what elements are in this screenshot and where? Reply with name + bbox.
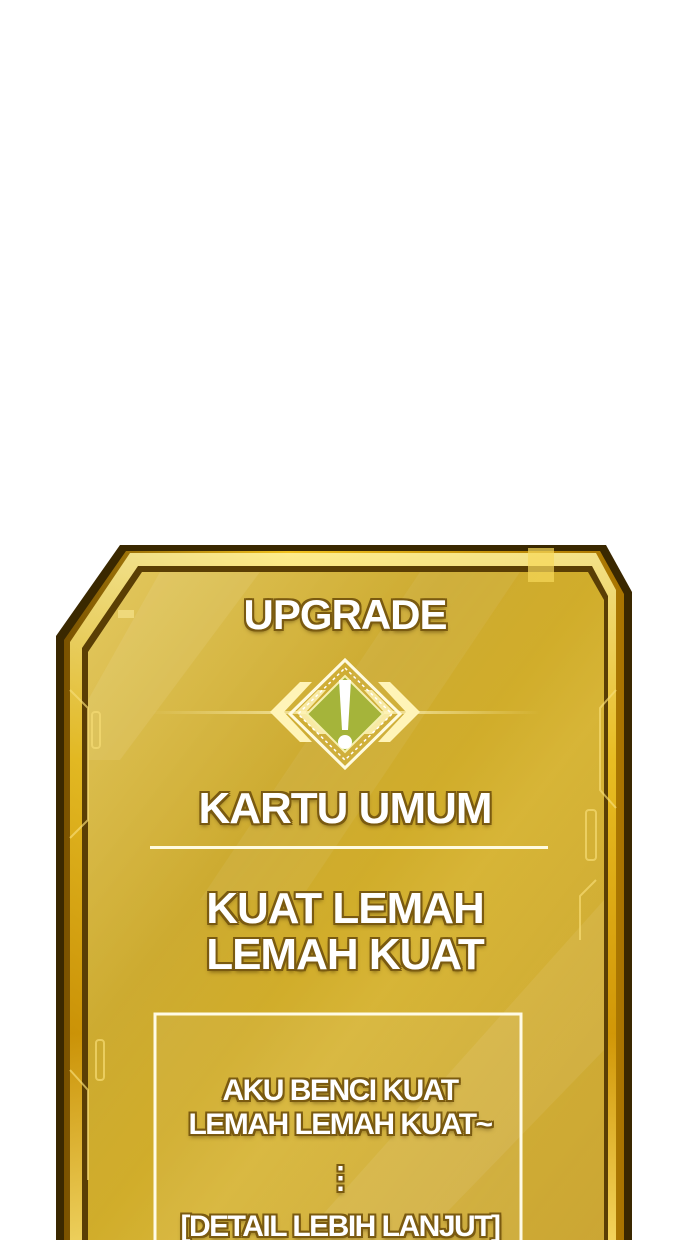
comic-panel: UPGRADE KARTU UMUM KUAT LEMAH LEMAH KUAT… [0, 0, 690, 1240]
card-text-layer: UPGRADE KARTU UMUM KUAT LEMAH LEMAH KUAT… [0, 0, 690, 1240]
card-category-title: KARTU UMUM [198, 784, 492, 833]
card-type-label: UPGRADE [243, 591, 447, 638]
card-name-line-2: LEMAH KUAT [206, 930, 485, 979]
card-description-line-1: AKU BENCI KUAT [222, 1074, 459, 1107]
card-name-line-1: KUAT LEMAH [206, 884, 485, 933]
more-details-link[interactable]: [DETAIL LEBIH LANJUT] [160, 1210, 520, 1240]
card-description-line-2: LEMAH LEMAH KUAT~ [188, 1108, 493, 1141]
description-ellipsis: ⋮ [325, 1162, 356, 1195]
